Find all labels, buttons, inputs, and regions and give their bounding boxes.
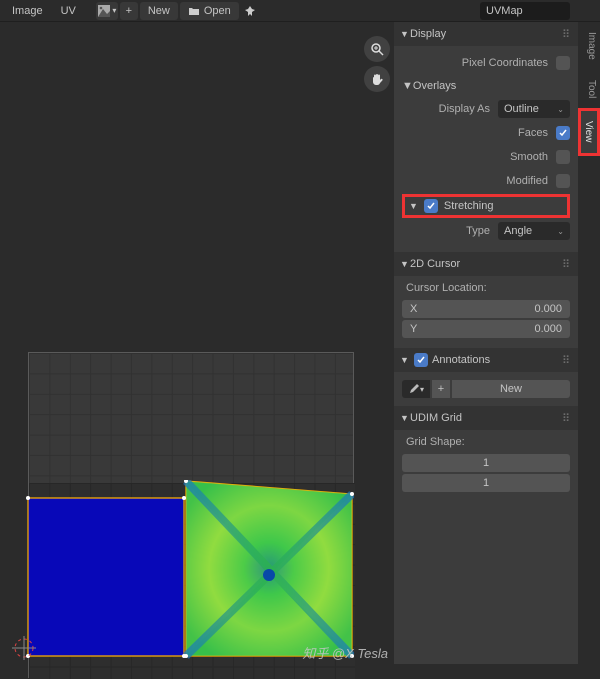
open-image-button[interactable]: Open (180, 2, 239, 20)
grid-shape-label: Grid Shape: (402, 434, 570, 452)
stretching-highlight: ▼ Stretching (402, 194, 570, 218)
display-as-label: Display As (402, 103, 498, 115)
menu-uv[interactable]: UV (53, 2, 84, 20)
panel-annotations-header[interactable]: ▼ Annotations⠿ (394, 348, 578, 372)
cursor-x-field[interactable]: X0.000 (402, 300, 570, 318)
panel-annotations-title: Annotations (432, 354, 490, 366)
open-label: Open (204, 5, 231, 17)
overlays-title: Overlays (413, 80, 456, 92)
grid-shape-x[interactable]: 1 (402, 454, 570, 472)
panel-cursor-header[interactable]: ▼2D Cursor⠿ (394, 252, 578, 276)
faces-checkbox[interactable] (556, 126, 570, 140)
tab-tool[interactable]: Tool (578, 70, 600, 108)
pixel-coords-checkbox[interactable] (556, 56, 570, 70)
faces-label: Faces (402, 127, 556, 139)
annotation-color-dropdown[interactable]: ▾ (402, 380, 430, 398)
display-as-value: Outline (504, 103, 539, 115)
image-browse-icon[interactable]: ▾ (96, 2, 118, 20)
panel-display-header[interactable]: ▼Display⠿ (394, 22, 578, 46)
panel-udim-header[interactable]: ▼UDIM Grid⠿ (394, 406, 578, 430)
modified-checkbox[interactable] (556, 174, 570, 188)
stretching-checkbox[interactable] (424, 199, 438, 213)
pan-button[interactable] (364, 66, 390, 92)
folder-icon (188, 5, 200, 17)
header-bar: Image UV ▾ + New Open UVMap (0, 0, 600, 22)
tab-image[interactable]: Image (578, 22, 600, 70)
panel-cursor-title: 2D Cursor (410, 258, 460, 270)
new-image-button[interactable]: New (140, 2, 178, 20)
uvmap-selector[interactable]: UVMap (480, 2, 570, 20)
cursor-y-field[interactable]: Y0.000 (402, 320, 570, 338)
overlays-header[interactable]: ▼Overlays (402, 76, 570, 96)
pencil-icon (408, 383, 420, 395)
pin-icon[interactable] (241, 2, 259, 20)
modified-label: Modified (402, 175, 556, 187)
annotation-new-button[interactable]: New (452, 380, 570, 398)
side-panel: ▼Display⠿ Pixel Coordinates ▼Overlays Di… (394, 22, 578, 664)
menu-image[interactable]: Image (4, 2, 51, 20)
smooth-checkbox[interactable] (556, 150, 570, 164)
panel-tabs: Image Tool View (578, 22, 600, 664)
display-as-dropdown[interactable]: Outline⌄ (498, 100, 570, 118)
watermark: 知乎 @X Tesla (302, 643, 388, 662)
zoom-button[interactable] (364, 36, 390, 62)
panel-udim-title: UDIM Grid (410, 412, 462, 424)
smooth-label: Smooth (402, 151, 556, 163)
cursor-location-label: Cursor Location: (402, 280, 570, 298)
annotations-checkbox[interactable] (414, 353, 428, 367)
stretch-type-dropdown[interactable]: Angle⌄ (498, 222, 570, 240)
stretching-label: Stretching (444, 200, 494, 212)
pixel-coords-label: Pixel Coordinates (402, 57, 556, 69)
add-image-button[interactable]: + (120, 2, 138, 20)
uv-viewport[interactable]: 知乎 @X Tesla (0, 22, 394, 664)
grid-shape-y[interactable]: 1 (402, 474, 570, 492)
panel-display-title: Display (410, 28, 446, 40)
tab-view[interactable]: View (578, 108, 600, 156)
stretch-type-value: Angle (504, 225, 532, 237)
annotation-add-button[interactable]: + (432, 380, 450, 398)
cursor-2d-icon (10, 634, 38, 662)
stretch-type-label: Type (402, 225, 498, 237)
